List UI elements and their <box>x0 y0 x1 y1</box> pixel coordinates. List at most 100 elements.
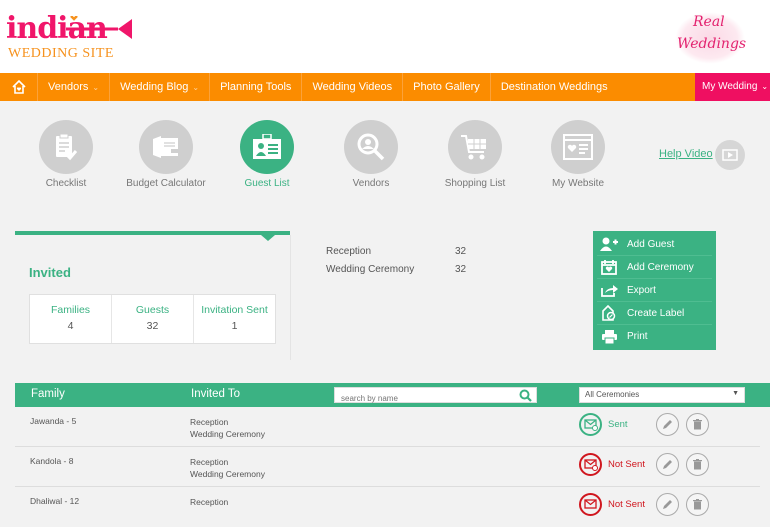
tool-shopping-list[interactable]: Shopping List <box>420 120 530 189</box>
invited-ceremonies: Reception Wedding Ceremony <box>190 416 265 440</box>
tool-guest-list-label: Guest List <box>244 178 290 189</box>
family-name: Kandola - 8 <box>30 456 74 466</box>
envelope-x-icon <box>579 453 602 476</box>
print-button[interactable]: Print <box>597 325 712 348</box>
tool-guest-list[interactable]: Guest List <box>212 120 322 189</box>
nav-destination-weddings[interactable]: Destination Weddings <box>491 73 618 101</box>
ceremony-name: Wedding Ceremony <box>326 264 415 275</box>
add-ceremony-label: Add Ceremony <box>627 261 694 273</box>
column-family: Family <box>31 388 65 400</box>
nav-wedding-blog[interactable]: Wedding Blog ⌄ <box>110 73 211 101</box>
table-row: Dhaliwal - 12 Reception Not Sent <box>15 487 760 527</box>
invitation-status[interactable]: Sent <box>579 413 628 436</box>
export-label: Export <box>627 284 656 296</box>
stat-value: 32 <box>146 320 159 332</box>
create-label-label: Create Label <box>627 307 685 319</box>
invited-ceremony: Reception <box>190 457 229 467</box>
nav-wedding-blog-label: Wedding Blog <box>120 81 189 93</box>
calendar-heart-icon <box>597 259 621 275</box>
invitation-status[interactable]: Not Sent <box>579 453 645 476</box>
family-name: Jawanda - 5 <box>30 416 77 426</box>
tool-my-website[interactable]: My Website <box>523 120 633 189</box>
site-logo[interactable]: indian WEDDING SITE <box>6 14 136 66</box>
label-tag-icon <box>597 305 621 321</box>
export-icon <box>597 284 621 297</box>
clipboard-check-icon <box>39 120 93 174</box>
ceremony-row: Wedding Ceremony 32 <box>326 264 466 282</box>
panel-border <box>290 235 291 360</box>
cart-icon <box>448 120 502 174</box>
stat-families: Families 4 <box>30 295 112 343</box>
delete-button[interactable] <box>686 413 709 436</box>
site-header: indian WEDDING SITE Real Weddings <box>0 0 770 73</box>
nav-my-wedding-label: My Wedding <box>702 81 758 92</box>
help-video-link[interactable]: Help Video <box>659 148 713 160</box>
nav-vendors[interactable]: Vendors ⌄ <box>38 73 111 101</box>
search-input[interactable] <box>335 391 505 406</box>
planning-tools-bar: Checklist Budget Calculator Guest List V… <box>0 120 770 195</box>
real-weddings-link[interactable]: Real Weddings <box>665 12 757 64</box>
stat-invitation-sent: Invitation Sent 1 <box>194 295 275 343</box>
dropdown-arrow-icon: ▼ <box>732 390 739 397</box>
add-guest-button[interactable]: Add Guest <box>597 233 712 256</box>
invited-title: Invited <box>29 265 71 280</box>
tool-vendors[interactable]: Vendors <box>316 120 426 189</box>
actions-menu: Add Guest Add Ceremony Export Create Lab… <box>593 231 716 350</box>
chevron-down-icon: ⌄ <box>192 83 200 92</box>
chevron-down-icon: ⌄ <box>92 83 100 92</box>
stat-value: 4 <box>67 320 74 332</box>
invited-panel: Invited Families 4 Guests 32 Invitation … <box>15 231 291 360</box>
stat-label: Families <box>50 304 91 316</box>
tool-budget-calculator[interactable]: Budget Calculator <box>111 120 221 189</box>
ceremony-summary: Reception 32 Wedding Ceremony 32 <box>326 246 466 282</box>
table-row: Jawanda - 5 Reception Wedding Ceremony S… <box>15 407 760 447</box>
guest-table-header: Family Invited To All Ceremonies ▼ <box>15 383 770 407</box>
panel-notch <box>261 235 275 241</box>
wallet-icon <box>139 120 193 174</box>
nav-photo-gallery[interactable]: Photo Gallery <box>403 73 491 101</box>
envelope-check-icon <box>579 413 602 436</box>
tool-checklist-label: Checklist <box>45 178 87 189</box>
invited-ceremonies: Reception <box>190 496 228 508</box>
pencil-icon <box>663 420 672 429</box>
nav-my-wedding[interactable]: My Wedding ⌄ <box>695 73 770 101</box>
invited-ceremony: Wedding Ceremony <box>190 429 265 439</box>
stat-guests: Guests 32 <box>112 295 194 343</box>
create-label-button[interactable]: Create Label <box>597 302 712 325</box>
ceremony-count: 32 <box>455 246 467 257</box>
ceremony-name: Reception <box>326 246 372 257</box>
tool-shopping-list-label: Shopping List <box>444 178 506 189</box>
real-weddings-line2: Weddings <box>677 36 747 52</box>
add-user-icon <box>597 237 621 251</box>
invited-ceremony: Wedding Ceremony <box>190 469 265 479</box>
panel-accent-bar <box>15 231 290 235</box>
tool-checklist[interactable]: Checklist <box>11 120 121 189</box>
nav-vendors-label: Vendors <box>48 81 89 93</box>
ceremony-filter-select[interactable]: All Ceremonies ▼ <box>579 387 745 403</box>
id-card-icon <box>240 120 294 174</box>
logo-subtitle: WEDDING SITE <box>8 46 114 61</box>
nav-home[interactable] <box>0 73 38 101</box>
trash-icon <box>693 459 702 470</box>
tool-vendors-label: Vendors <box>352 178 390 189</box>
nav-wedding-videos[interactable]: Wedding Videos <box>302 73 404 101</box>
help-video-button[interactable] <box>715 140 745 170</box>
add-ceremony-button[interactable]: Add Ceremony <box>597 256 712 279</box>
ceremony-row: Reception 32 <box>326 246 466 264</box>
website-heart-icon <box>551 120 605 174</box>
trash-icon <box>693 419 702 430</box>
edit-button[interactable] <box>656 453 679 476</box>
invited-ceremony: Reception <box>190 417 229 427</box>
printer-icon <box>597 329 621 344</box>
delete-button[interactable] <box>686 453 709 476</box>
search-icon[interactable] <box>519 389 532 402</box>
export-button[interactable]: Export <box>597 279 712 302</box>
home-icon <box>11 80 26 94</box>
ceremony-filter-value: All Ceremonies <box>585 390 640 399</box>
tool-budget-calculator-label: Budget Calculator <box>126 178 206 189</box>
trumpet-icon <box>66 16 132 39</box>
nav-planning-tools[interactable]: Planning Tools <box>210 73 303 101</box>
add-guest-label: Add Guest <box>627 238 675 250</box>
ceremony-count: 32 <box>455 264 467 275</box>
edit-button[interactable] <box>656 413 679 436</box>
